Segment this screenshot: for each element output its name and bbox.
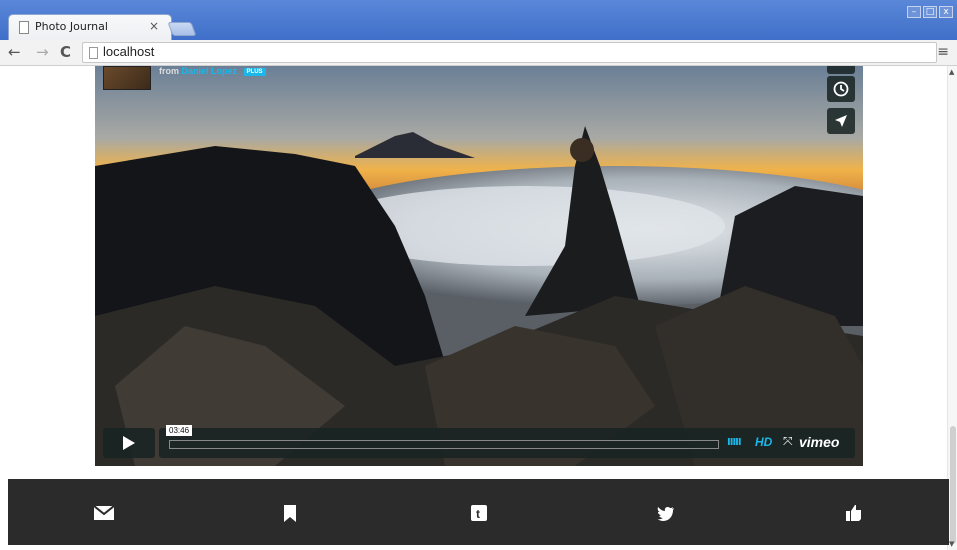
maximize-button[interactable]: □ <box>923 6 937 18</box>
browser-tab[interactable]: Photo Journal × <box>8 14 172 40</box>
progress-bar[interactable]: 03:46 <box>166 425 719 449</box>
back-icon[interactable]: ← <box>8 43 21 61</box>
window-controls: – □ x <box>907 6 953 18</box>
close-window-button[interactable]: x <box>939 6 953 18</box>
vimeo-logo[interactable]: vimeo <box>799 434 839 450</box>
plus-badge: PLUS <box>243 67 266 76</box>
bookmark-icon[interactable] <box>278 501 302 525</box>
scroll-down-icon[interactable]: ▼ <box>949 540 954 548</box>
volume-control[interactable]: IIIII <box>727 437 742 448</box>
address-bar[interactable]: localhost <box>82 42 937 63</box>
video-player[interactable]: from Daniel Lopez PLUS 03:46 IIIII HD ⤧ <box>95 66 863 466</box>
send-icon <box>835 115 847 127</box>
twitter-icon[interactable] <box>654 501 678 525</box>
tumblr-icon[interactable]: t <box>467 501 491 525</box>
video-frame <box>95 66 863 466</box>
tab-title: Photo Journal <box>35 20 108 33</box>
forward-icon[interactable]: → <box>36 43 49 61</box>
clock-icon <box>833 81 849 97</box>
share-bar: t <box>8 479 949 545</box>
mail-icon[interactable] <box>92 501 116 525</box>
url-text: localhost <box>103 44 155 59</box>
from-label: from <box>159 66 179 76</box>
scroll-thumb[interactable] <box>950 426 956 544</box>
hd-button[interactable]: HD <box>755 435 772 449</box>
timecode: 03:46 <box>166 425 193 436</box>
author-avatar[interactable] <box>103 66 151 90</box>
play-icon <box>123 436 135 450</box>
play-button[interactable] <box>103 428 155 458</box>
player-controls: 03:46 IIIII HD ⤧ vimeo <box>103 425 855 458</box>
menu-icon[interactable]: ≡ <box>937 44 949 60</box>
page-scrollbar[interactable]: ▲ ▼ <box>947 66 957 550</box>
author-link[interactable]: Daniel Lopez <box>182 66 238 76</box>
share-video-button[interactable] <box>827 108 855 134</box>
new-tab-button[interactable] <box>167 22 197 36</box>
thumbs-up-icon[interactable] <box>842 501 866 525</box>
page-icon <box>89 47 98 59</box>
reload-icon[interactable]: C <box>60 43 71 61</box>
browser-titlebar: Photo Journal × – □ x <box>0 0 957 40</box>
document-icon <box>19 21 29 34</box>
video-byline: from Daniel Lopez PLUS <box>103 66 273 90</box>
like-button[interactable] <box>827 66 855 74</box>
tab-close-icon[interactable]: × <box>149 19 159 33</box>
minimize-button[interactable]: – <box>907 6 921 18</box>
fullscreen-icon[interactable]: ⤧ <box>783 434 793 449</box>
svg-text:t: t <box>476 507 480 521</box>
browser-toolbar: ← → C localhost ≡ <box>0 40 957 66</box>
byline-text: from Daniel Lopez PLUS <box>159 66 266 76</box>
scroll-up-icon[interactable]: ▲ <box>949 68 954 76</box>
control-bar: 03:46 IIIII HD ⤧ vimeo <box>159 425 855 458</box>
watch-later-button[interactable] <box>827 76 855 102</box>
